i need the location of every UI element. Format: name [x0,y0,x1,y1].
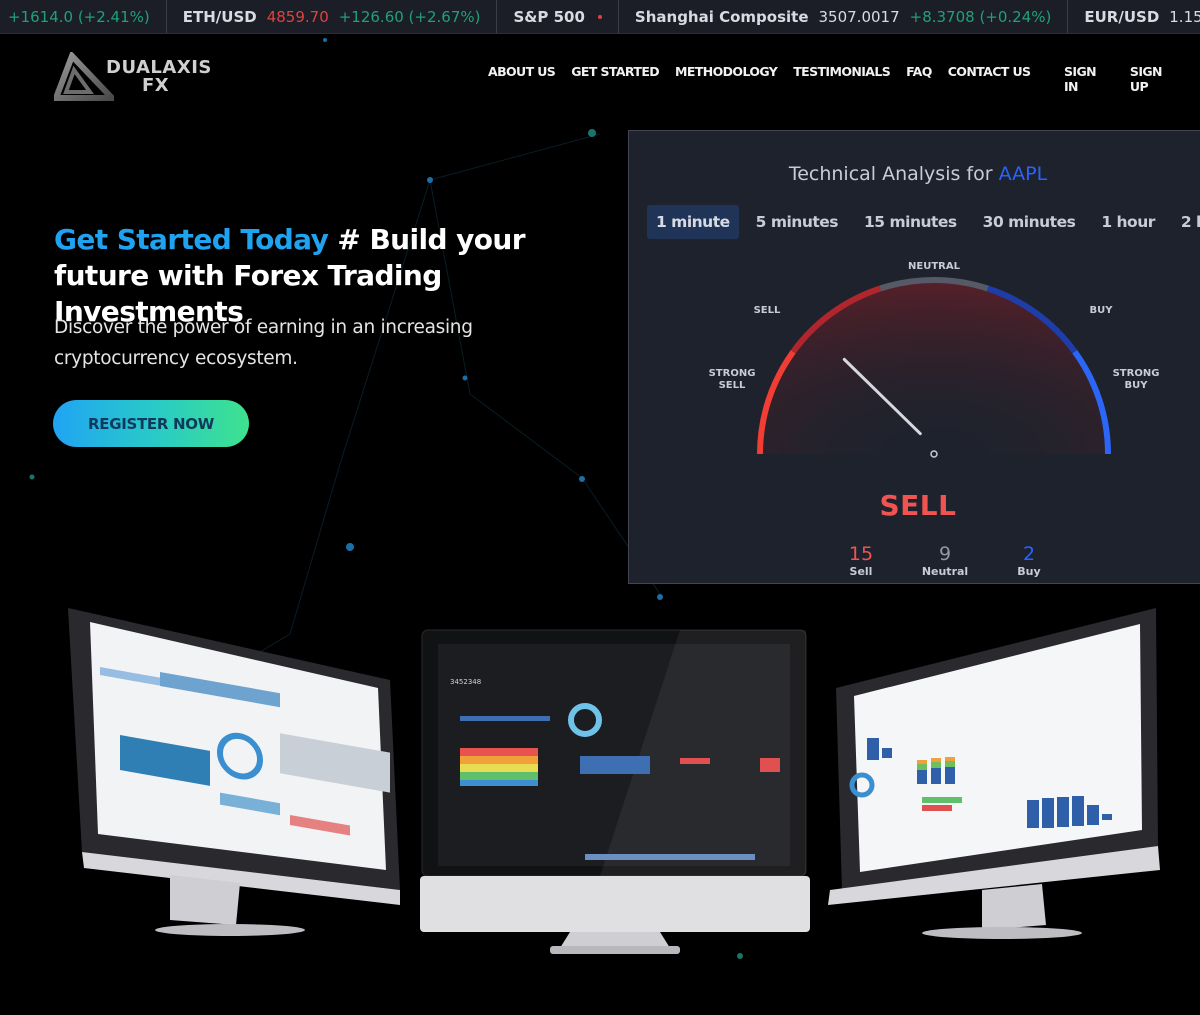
center-dashboard-kpi: 3452348 [450,678,481,686]
hero-subtitle: Discover the power of earning in an incr… [54,317,473,369]
nav-testimonials[interactable]: TESTIMONIALS [793,64,890,79]
ta-counts: 15 Sell 9 Neutral 2 Buy [819,543,1071,578]
right-monitor-image [828,608,1160,939]
tab-1-hour[interactable]: 1 hour [1092,205,1164,239]
nav-about-us[interactable]: ABOUT US [488,64,556,79]
tab-5-minutes[interactable]: 5 minutes [747,205,847,239]
tab-2-hours[interactable]: 2 hours [1172,205,1200,239]
ticker-symbol: EUR/USD [1084,7,1160,26]
ticker-price: 1.15257 [1169,7,1200,26]
ticker-symbol: ETH/USD [182,7,257,26]
center-monitor-image: 3452348 [420,629,810,954]
ta-title: Technical Analysis for AAPL [629,163,1200,185]
ticker-price: 4859.70 [266,7,329,26]
ticker-price: 3507.0017 [818,7,900,26]
triangle-logo-icon [54,52,114,101]
ticker-symbol: Shanghai Composite [634,7,809,26]
gauge-label-buy: BUY [1090,305,1114,316]
tab-15-minutes[interactable]: 15 minutes [855,205,966,239]
sign-in-link[interactable]: SIGN IN [1064,64,1113,94]
gauge-label-strong-sell-2: SELL [719,380,746,391]
register-now-button[interactable]: REGISTER NOW [53,400,249,447]
count-buy: 2 Buy [987,543,1071,578]
count-buy-value: 2 [1022,543,1036,565]
count-neutral-value: 9 [938,543,952,565]
ticker-down-marker-icon [597,14,602,19]
ticker-change: +8.3708 (+0.24%) [909,7,1052,26]
gauge-label-strong-buy-1: STRONG [1113,368,1160,379]
ticker-item[interactable]: ETH/USD 4859.70 +126.60 (+2.67%) [167,0,498,33]
nav-faq[interactable]: FAQ [906,64,932,79]
nav-contact-us[interactable]: CONTACT US [948,64,1031,79]
nav-get-started[interactable]: GET STARTED [571,64,659,79]
nav-methodology[interactable]: METHODOLOGY [675,64,778,79]
main-nav: ABOUT US GET STARTED METHODOLOGY TESTIMO… [488,64,1046,79]
ta-title-prefix: Technical Analysis for [788,163,999,185]
left-monitor-image [68,608,400,936]
gauge-label-neutral: NEUTRAL [908,261,961,272]
ticker-bar: +1614.0 (+2.41%) ETH/USD 4859.70 +126.60 (+… [0,0,1200,34]
ta-symbol-link[interactable]: AAPL [999,163,1048,185]
sentiment-gauge: NEUTRAL SELL BUY STRONG SELL STRONG BUY [709,261,1160,458]
tab-30-minutes[interactable]: 30 minutes [974,205,1085,239]
count-buy-label: Buy [1017,565,1041,578]
ticker-item[interactable]: EUR/USD1.15257-0.006 [1068,0,1200,33]
interval-tabs: 1 minute 5 minutes 15 minutes 30 minutes… [647,205,1200,239]
brand-suffix: FX [142,75,170,96]
gauge-label-strong-buy-2: BUY [1125,380,1149,391]
ticker-item[interactable]: S&P 500 [497,0,619,33]
ticker-item[interactable]: +1614.0 (+2.41%) [0,0,167,33]
count-neutral-label: Neutral [921,565,969,578]
gauge-label-sell: SELL [754,305,781,316]
ticker-item[interactable]: Shanghai Composite 3507.0017 +8.3708 (+0.2… [619,0,1069,33]
count-sell-label: Sell [849,565,873,578]
tab-1-minute[interactable]: 1 minute [647,205,739,239]
brand-logo[interactable]: DUALAXIS FX [54,52,212,102]
count-sell: 15 Sell [819,543,903,578]
count-sell-value: 15 [848,543,874,565]
ta-verdict: SELL [879,489,957,522]
gauge-fill [760,280,1108,454]
gauge-label-strong-sell-1: STRONG [709,368,756,379]
hero-title-accent: Get Started Today [54,223,329,256]
ticker-symbol: S&P 500 [513,7,585,26]
auth-links: SIGN IN SIGN UP [1064,64,1200,94]
technical-analysis-widget: Technical Analysis for AAPL 1 minute 5 m… [628,130,1200,584]
ticker-change: +126.60 (+2.67%) [338,7,481,26]
ticker-change: +1614.0 (+2.41%) [8,7,150,26]
sign-up-link[interactable]: SIGN UP [1130,64,1183,94]
count-neutral: 9 Neutral [903,543,987,578]
